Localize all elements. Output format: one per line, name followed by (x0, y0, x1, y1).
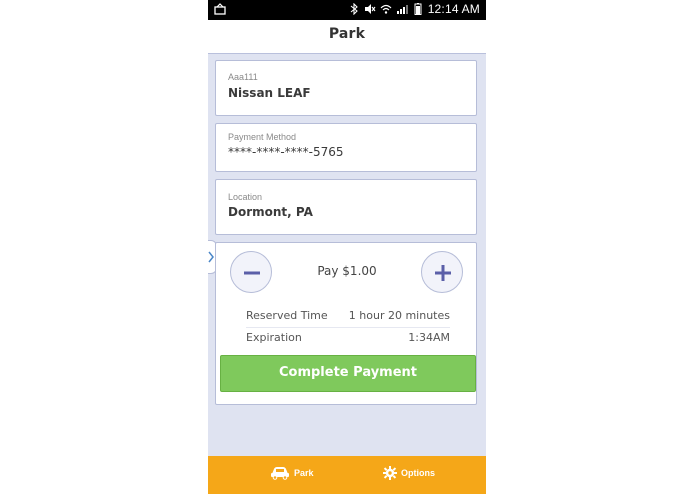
app-screen: 12:14 AM Park Aaa111 Nissan LEAF Payment… (208, 0, 486, 494)
vehicle-card[interactable]: Aaa111 Nissan LEAF (215, 60, 477, 116)
wifi-icon (380, 4, 392, 14)
increase-button[interactable] (421, 251, 463, 293)
payment-method-card[interactable]: Payment Method ****-****-****-5765 (215, 123, 477, 172)
nav-item-options[interactable]: Options (383, 466, 435, 480)
battery-icon (414, 3, 422, 15)
plus-icon (435, 265, 451, 281)
payment-method-value: ****-****-****-5765 (228, 145, 344, 159)
status-bar: 12:14 AM (208, 0, 486, 20)
nav-label-options: Options (401, 468, 435, 478)
clock: 12:14 AM (427, 2, 480, 16)
chevron-right-icon (208, 251, 214, 263)
row-divider (246, 327, 450, 328)
expiration-value: 1:34AM (408, 331, 450, 344)
pay-card: Pay $1.00 Reserved Time 1 hour 20 minute… (215, 242, 477, 405)
mute-icon (364, 4, 376, 14)
location-card[interactable]: Location Dormont, PA (215, 179, 477, 235)
vehicle-plate: Aaa111 (228, 72, 258, 82)
nav-label-park: Park (294, 468, 314, 478)
car-icon (271, 467, 289, 480)
reserved-time-label: Reserved Time (246, 309, 328, 322)
payment-method-label: Payment Method (228, 132, 297, 142)
expiration-label: Expiration (246, 331, 302, 344)
title-bar: Park (208, 20, 486, 54)
location-label: Location (228, 192, 263, 202)
gear-icon (383, 466, 397, 480)
location-value: Dormont, PA (228, 205, 313, 219)
signal-icon (396, 5, 408, 14)
complete-payment-button[interactable]: Complete Payment (220, 355, 476, 392)
bluetooth-icon (350, 3, 358, 15)
page-title: Park (328, 26, 366, 42)
vehicle-name: Nissan LEAF (228, 86, 311, 100)
reserved-time-value: 1 hour 20 minutes (348, 309, 450, 322)
nav-item-park[interactable]: Park (270, 466, 314, 480)
bottom-nav: Park Options (208, 456, 486, 494)
notification-icon (214, 3, 226, 15)
